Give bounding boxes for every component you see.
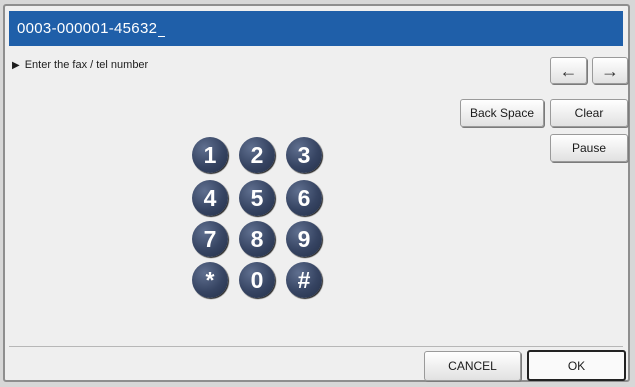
cancel-label: CANCEL [448,359,497,373]
triangle-right-icon: ▶ [12,60,20,71]
instruction-text: ▶ Enter the fax / tel number [12,59,148,71]
key-1[interactable]: 1 [192,137,228,173]
key-3[interactable]: 3 [286,137,322,173]
key-0[interactable]: 0 [239,262,275,298]
key-5[interactable]: 5 [239,180,275,216]
key-6[interactable]: 6 [286,180,322,216]
fax-number-value: 0003-000001-45632 [17,20,158,37]
pause-label: Pause [571,141,607,155]
key-hash[interactable]: # [286,262,322,298]
clear-label: Clear [574,106,604,120]
clear-button[interactable]: Clear [550,99,628,127]
key-4[interactable]: 4 [192,180,228,216]
key-9[interactable]: 9 [286,221,322,257]
key-star[interactable]: * [192,262,228,298]
key-8[interactable]: 8 [239,221,275,257]
pause-button[interactable]: Pause [550,134,628,162]
arrow-right-icon: → [601,60,619,81]
arrow-left-icon: ← [559,60,578,81]
fax-number-display: 0003-000001-45632 [9,11,623,46]
ok-label: OK [567,358,586,373]
back-space-button[interactable]: Back Space [460,99,544,127]
key-7[interactable]: 7 [192,221,228,257]
key-2[interactable]: 2 [239,137,275,173]
cursor-right-button[interactable]: → [592,57,628,84]
back-space-label: Back Space [469,106,535,120]
cursor-left-button[interactable]: ← [550,57,587,84]
text-cursor [158,36,166,37]
footer-divider [9,346,623,347]
instruction-label: Enter the fax / tel number [24,59,149,71]
cancel-button[interactable]: CANCEL [424,351,521,381]
ok-button[interactable]: OK [527,350,626,381]
